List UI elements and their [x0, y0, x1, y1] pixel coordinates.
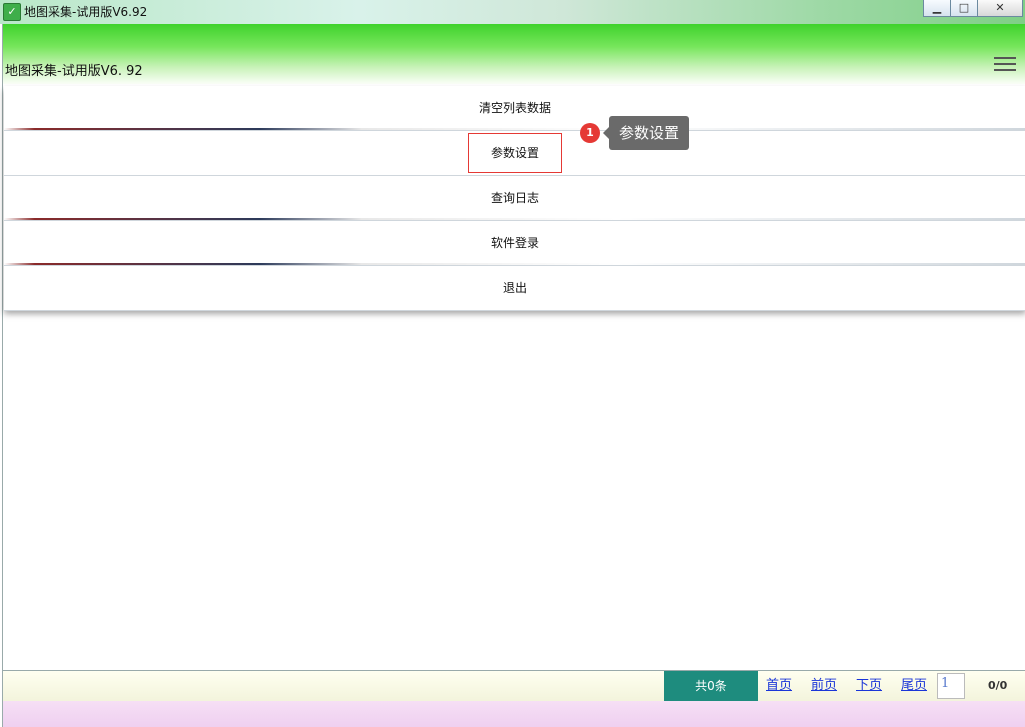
- page-number-input[interactable]: 1: [937, 673, 965, 699]
- menu-item-clear-list[interactable]: 清空列表数据: [4, 86, 1025, 131]
- app-header: 地图采集-试用版V6. 92: [3, 24, 1025, 84]
- total-count: 共0条: [664, 671, 758, 701]
- menu-item-settings[interactable]: 参数设置: [4, 131, 1025, 176]
- app-leaf-icon: ✓: [3, 3, 21, 21]
- prev-page-link[interactable]: 前页: [811, 671, 837, 701]
- app-frame: 地图采集-试用版V6. 92 清空列表数据 参数设置 查询日志 软件登录 退出 …: [2, 24, 1025, 727]
- minimize-button[interactable]: ▁: [923, 0, 951, 17]
- menu-item-login[interactable]: 软件登录: [4, 221, 1025, 266]
- app-title: 地图采集-试用版V6. 92: [5, 64, 143, 79]
- bottom-strip: [3, 701, 1025, 727]
- menu-item-label-highlighted: 参数设置: [467, 133, 562, 173]
- menu-item-label: 清空列表数据: [478, 101, 551, 115]
- menu-divider: [4, 218, 1025, 220]
- menu-divider: [4, 263, 1025, 265]
- window-title: 地图采集-试用版V6.92: [24, 5, 148, 19]
- menu-divider: [4, 128, 1025, 130]
- window-titlebar: ✓ 地图采集-试用版V6.92 ▁ □ ✕: [0, 0, 1025, 24]
- menu-item-exit[interactable]: 退出: [4, 266, 1025, 311]
- step-badge: 1: [580, 123, 600, 143]
- dropdown-menu: 清空列表数据 参数设置 查询日志 软件登录 退出: [4, 86, 1025, 311]
- menu-item-query-log[interactable]: 查询日志: [4, 176, 1025, 221]
- hamburger-menu-icon[interactable]: [994, 57, 1016, 73]
- pager-bar: 共0条 首页 前页 下页 尾页 1 0/0: [3, 670, 1025, 701]
- close-button[interactable]: ✕: [977, 0, 1023, 17]
- last-page-link[interactable]: 尾页: [901, 671, 927, 701]
- page-count: 0/0: [988, 679, 1008, 692]
- menu-item-label: 软件登录: [490, 236, 539, 250]
- annotation-tooltip: 参数设置: [602, 116, 690, 150]
- menu-item-label: 查询日志: [490, 191, 539, 205]
- first-page-link[interactable]: 首页: [766, 671, 792, 701]
- next-page-link[interactable]: 下页: [856, 671, 882, 701]
- maximize-button[interactable]: □: [950, 0, 978, 17]
- menu-item-label: 退出: [502, 281, 527, 295]
- window-controls: ▁ □ ✕: [923, 0, 1023, 18]
